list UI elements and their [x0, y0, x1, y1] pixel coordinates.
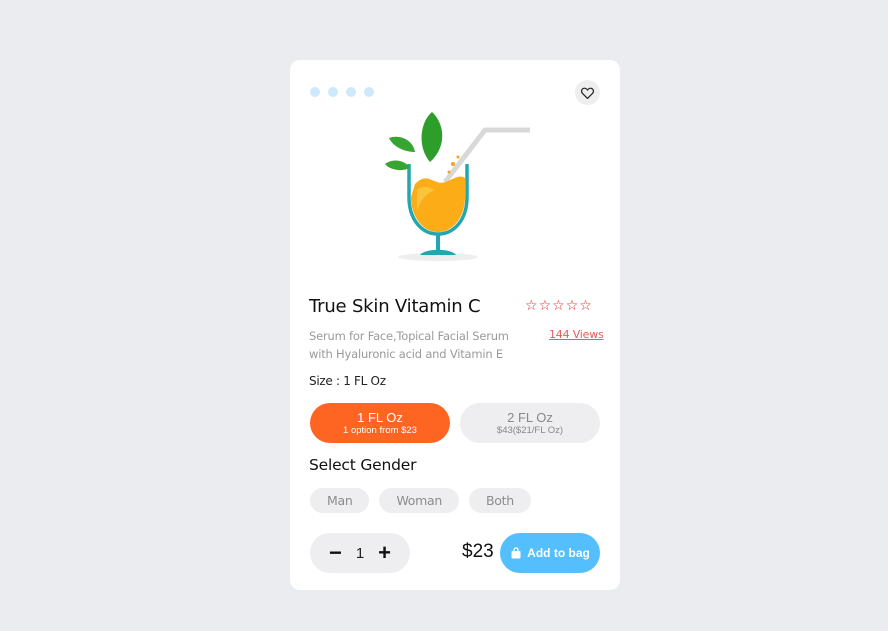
carousel-dot[interactable] [346, 87, 356, 97]
size-label: Size : 1 FL Oz [309, 374, 386, 388]
price: $23 [462, 541, 494, 562]
heart-icon [581, 87, 594, 99]
size-option-label: 1 FL Oz [357, 409, 403, 425]
carousel-dot[interactable] [364, 87, 374, 97]
gender-options: Man Woman Both [310, 488, 531, 513]
size-option-sub: $43($21/FL Oz) [496, 424, 564, 436]
size-options: 1 FL Oz 1 option from $23 2 FL Oz $43($2… [310, 403, 600, 443]
carousel-dot[interactable] [328, 87, 338, 97]
leaf-bottom [385, 160, 410, 171]
quantity-stepper: − 1 + [310, 533, 410, 573]
star-icon[interactable]: ☆ [552, 298, 565, 314]
add-to-bag-button[interactable]: Add to bag [500, 533, 600, 573]
product-title: True Skin Vitamin C [309, 296, 481, 317]
leaf-left [389, 136, 415, 152]
star-icon[interactable]: ☆ [566, 298, 579, 314]
views-link[interactable]: 144 Views [549, 327, 604, 343]
increment-button[interactable]: + [378, 542, 391, 564]
size-option-label: 2 FL Oz [507, 409, 553, 425]
size-option-2-fl-oz[interactable]: 2 FL Oz $43($21/FL Oz) [460, 403, 600, 443]
decrement-button[interactable]: − [329, 542, 342, 564]
gender-option-both[interactable]: Both [469, 488, 531, 513]
star-icon[interactable]: ☆ [525, 298, 538, 314]
leaf-top [421, 112, 443, 162]
add-to-bag-label: Add to bag [527, 546, 590, 560]
carousel-dot[interactable] [310, 87, 320, 97]
size-option-sub: 1 option from $23 [343, 424, 417, 436]
image-carousel-dots [310, 87, 374, 97]
star-icon[interactable]: ☆ [539, 298, 552, 314]
gender-option-man[interactable]: Man [310, 488, 370, 513]
size-option-1-fl-oz[interactable]: 1 FL Oz 1 option from $23 [310, 403, 450, 443]
gender-title: Select Gender [309, 456, 417, 474]
star-icon[interactable]: ☆ [579, 298, 592, 314]
shopping-bag-icon [511, 547, 521, 559]
product-image [385, 112, 530, 261]
gender-option-woman[interactable]: Woman [379, 488, 460, 513]
product-description: Serum for Face,Topical Facial Serum with… [309, 329, 509, 361]
product-card: True Skin Vitamin C ☆ ☆ ☆ ☆ ☆ Serum for … [290, 60, 620, 590]
quantity-value: 1 [355, 544, 365, 562]
favorite-button[interactable] [575, 80, 600, 105]
star-rating[interactable]: ☆ ☆ ☆ ☆ ☆ [525, 298, 592, 314]
glass-base [420, 249, 456, 255]
